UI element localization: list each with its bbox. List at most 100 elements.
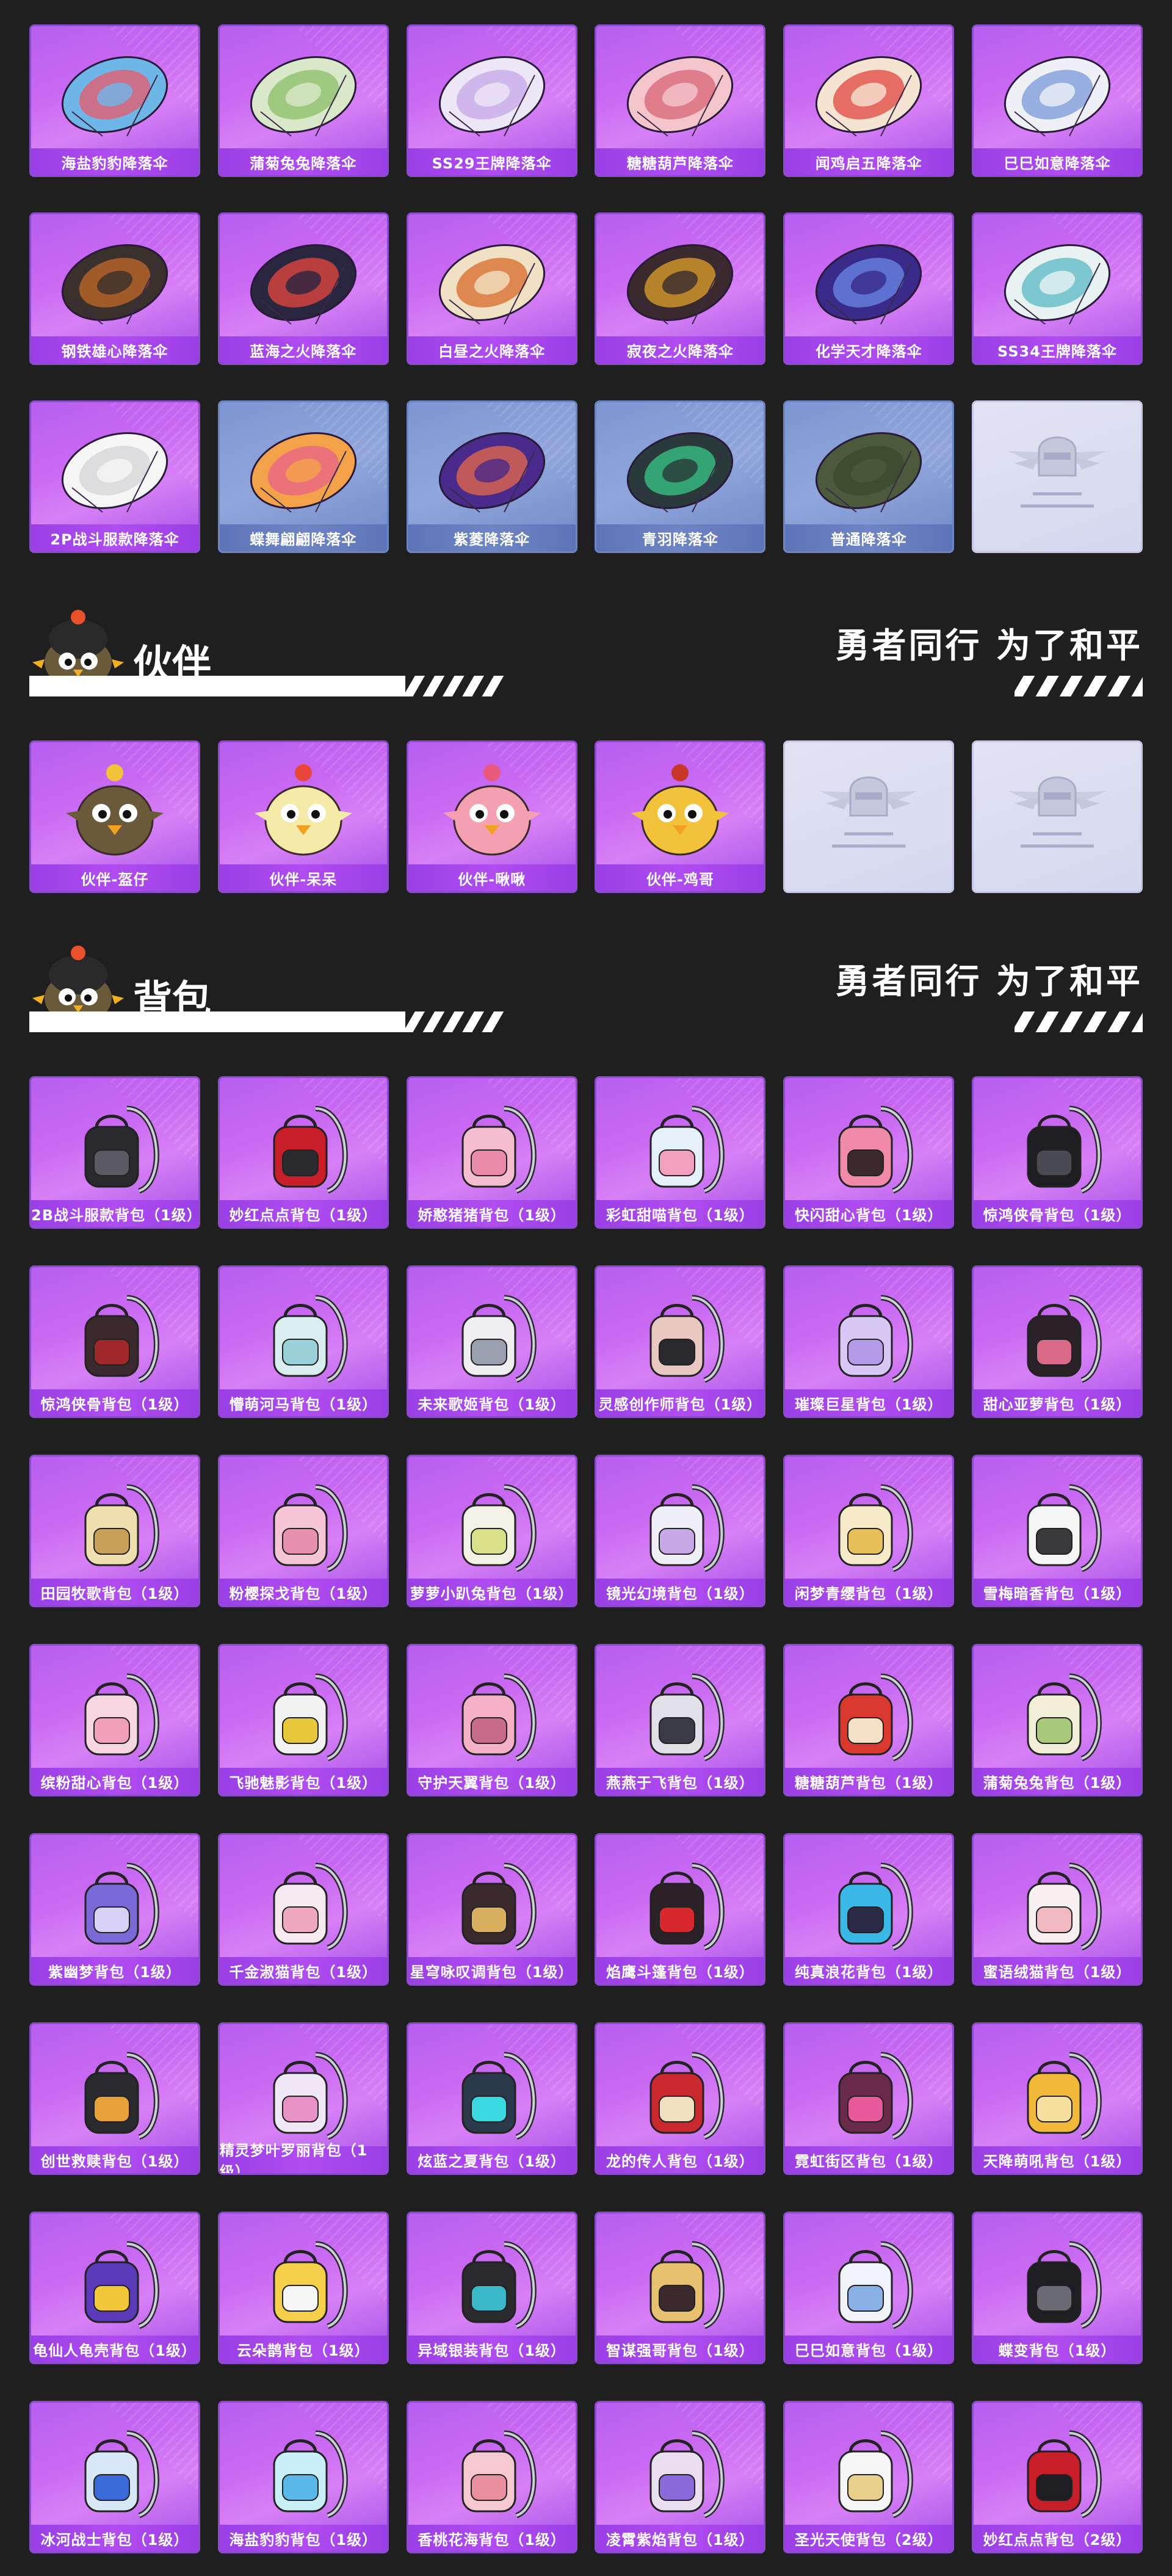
backpack-card[interactable]: 灵感创作师背包（1级） (595, 1265, 766, 1418)
backpack-card[interactable]: 燕燕于飞背包（1级） (595, 1644, 766, 1796)
backpack-label: 娇憨猪猪背包（1级） (408, 1200, 576, 1227)
backpack-icon (838, 2430, 913, 2519)
backpack-card[interactable]: 萝萝小趴兔背包（1级） (406, 1455, 577, 1607)
backpack-card[interactable]: 妙红点点背包（1级） (217, 1076, 389, 1229)
backpack-card[interactable]: 飞驰魅影背包（1级） (217, 1644, 389, 1796)
backpack-card[interactable]: 守护天翼背包（1级） (406, 1644, 577, 1796)
backpack-card[interactable]: 香桃花海背包（1级） (406, 2401, 577, 2553)
backpack-card[interactable]: 巳巳如意背包（1级） (783, 2212, 955, 2364)
parachute-card[interactable]: SS29王牌降落伞 (406, 24, 577, 177)
parachute-card[interactable]: 化学天才降落伞 (783, 212, 955, 365)
backpack-card[interactable]: 粉樱探戈背包（1级） (217, 1455, 389, 1607)
backpack-label: 雪梅暗香背包（1级） (973, 1579, 1141, 1605)
parachute-label: 2P战斗服款降落伞 (31, 524, 198, 551)
backpack-card[interactable]: 蜜语绒猫背包（1级） (971, 1833, 1143, 1986)
backpack-card[interactable]: 2B战斗服款背包（1级） (29, 1076, 200, 1229)
backpack-card[interactable]: 镜光幻境背包（1级） (595, 1455, 766, 1607)
backpack-label: 龙的传人背包（1级） (596, 2146, 764, 2173)
parachute-card[interactable]: 蓝海之火降落伞 (217, 212, 389, 365)
companion-card[interactable]: 伙伴-呆呆 (217, 740, 389, 893)
backpack-label: 精灵梦叶罗丽背包（1级） (219, 2142, 387, 2173)
parachute-icon (438, 56, 545, 137)
backpack-card[interactable]: 天降萌吼背包（1级） (971, 2022, 1143, 2175)
backpack-label: 霓虹街区背包（1级） (785, 2146, 953, 2173)
empty-slot[interactable] (971, 740, 1143, 893)
backpack-card[interactable]: 糖糖葫芦背包（1级） (783, 1644, 955, 1796)
backpack-card[interactable]: 纯真浪花背包（1级） (783, 1833, 955, 1986)
parachute-icon (816, 56, 922, 137)
backpack-card[interactable]: 快闪甜心背包（1级） (783, 1076, 955, 1229)
parachute-card[interactable]: 紫菱降落伞 (406, 400, 577, 553)
backpack-icon (273, 1862, 348, 1951)
backpack-label: 灵感创作师背包（1级） (596, 1389, 764, 1416)
backpack-card[interactable]: 炫蓝之夏背包（1级） (406, 2022, 577, 2175)
backpack-card[interactable]: 未来歌姬背包（1级） (406, 1265, 577, 1418)
backpack-card[interactable]: 龙的传人背包（1级） (595, 2022, 766, 2175)
backpack-card[interactable]: 缤粉甜心背包（1级） (29, 1644, 200, 1796)
parachute-icon (61, 244, 168, 325)
backpack-card[interactable]: 璀璨巨星背包（1级） (783, 1265, 955, 1418)
backpack-card[interactable]: 惊鸿侠骨背包（1级） (29, 1265, 200, 1418)
parachute-card[interactable]: 海盐豹豹降落伞 (29, 24, 200, 177)
backpack-label: 炫蓝之夏背包（1级） (408, 2146, 576, 2173)
parachute-card[interactable]: 白昼之火降落伞 (406, 212, 577, 365)
backpack-card[interactable]: 创世救赎背包（1级） (29, 2022, 200, 2175)
parachute-label: 蝶舞翩翩降落伞 (219, 524, 387, 551)
backpack-card[interactable]: 云朵鹊背包（1级） (217, 2212, 389, 2364)
backpack-card[interactable]: 甜心亚萝背包（1级） (971, 1265, 1143, 1418)
backpack-card[interactable]: 海盐豹豹背包（1级） (217, 2401, 389, 2553)
backpack-label: 创世救赎背包（1级） (31, 2146, 198, 2173)
backpack-card[interactable]: 蒲菊兔兔背包（1级） (971, 1644, 1143, 1796)
backpack-card[interactable]: 惊鸿侠骨背包（1级） (971, 1076, 1143, 1229)
parachute-card[interactable]: 糖糖葫芦降落伞 (595, 24, 766, 177)
parachute-card[interactable]: 钢铁雄心降落伞 (29, 212, 200, 365)
empty-slot[interactable] (783, 740, 955, 893)
section-slogan: 勇者同行 为了和平 (835, 626, 1143, 666)
companion-card[interactable]: 伙伴-鸡哥 (595, 740, 766, 893)
backpack-icon (838, 2241, 913, 2329)
companion-label: 伙伴-呆呆 (219, 864, 387, 891)
parachute-card[interactable]: 寂夜之火降落伞 (595, 212, 766, 365)
parachute-card[interactable]: 巳巳如意降落伞 (971, 24, 1143, 177)
companion-card[interactable]: 伙伴-啾啾 (406, 740, 577, 893)
emblem-icon (1008, 436, 1106, 508)
parachute-grid: 海盐豹豹降落伞 蒲菊兔兔降落伞 SS29王牌降落伞 糖糖葫芦降落伞 闻鸡启五降落… (29, 24, 1143, 553)
backpack-card[interactable]: 异域银装背包（1级） (406, 2212, 577, 2364)
backpack-card[interactable]: 蝶变背包（1级） (971, 2212, 1143, 2364)
backpack-card[interactable]: 闲梦青缨背包（1级） (783, 1455, 955, 1607)
parachute-card[interactable]: 普通降落伞 (783, 400, 955, 553)
backpack-card[interactable]: 霓虹街区背包（1级） (783, 2022, 955, 2175)
parachute-card[interactable]: 青羽降落伞 (595, 400, 766, 553)
backpack-card[interactable]: 懵萌河马背包（1级） (217, 1265, 389, 1418)
backpack-card[interactable]: 雪梅暗香背包（1级） (971, 1455, 1143, 1607)
backpack-card[interactable]: 田园牧歌背包（1级） (29, 1455, 200, 1607)
backpack-card[interactable]: 圣光天使背包（2级） (783, 2401, 955, 2553)
backpack-card[interactable]: 凌霄紫焰背包（1级） (595, 2401, 766, 2553)
empty-slot[interactable] (971, 400, 1143, 553)
backpack-card[interactable]: 冰河战士背包（1级） (29, 2401, 200, 2553)
bird-icon (443, 764, 541, 856)
backpack-card[interactable]: 龟仙人龟壳背包（1级） (29, 2212, 200, 2364)
backpack-card[interactable]: 娇憨猪猪背包（1级） (406, 1076, 577, 1229)
companion-card[interactable]: 伙伴-盔仔 (29, 740, 200, 893)
section-stripe (29, 1011, 512, 1032)
backpack-card[interactable]: 智谋强哥背包（1级） (595, 2212, 766, 2364)
backpack-card[interactable]: 星穹咏叹调背包（1级） (406, 1833, 577, 1986)
backpack-card[interactable]: 精灵梦叶罗丽背包（1级） (217, 2022, 389, 2175)
parachute-card[interactable]: 闻鸡启五降落伞 (783, 24, 955, 177)
parachute-card[interactable]: SS34王牌降落伞 (971, 212, 1143, 365)
parachute-card[interactable]: 蝶舞翩翩降落伞 (217, 400, 389, 553)
backpack-card[interactable]: 焰鹰斗篷背包（1级） (595, 1833, 766, 1986)
backpack-card[interactable]: 千金淑猫背包（1级） (217, 1833, 389, 1986)
parachute-card[interactable]: 蒲菊兔兔降落伞 (217, 24, 389, 177)
backpack-card[interactable]: 妙红点点背包（2级） (971, 2401, 1143, 2553)
backpack-label: 燕燕于飞背包（1级） (596, 1768, 764, 1795)
backpack-card[interactable]: 彩虹甜喵背包（1级） (595, 1076, 766, 1229)
backpack-icon (461, 1295, 537, 1383)
backpack-label: 妙红点点背包（1级） (219, 1200, 387, 1227)
backpack-card[interactable]: 紫幽梦背包（1级） (29, 1833, 200, 1986)
parachute-card[interactable]: 2P战斗服款降落伞 (29, 400, 200, 553)
companion-label: 伙伴-鸡哥 (596, 864, 764, 891)
backpack-icon (84, 2052, 159, 2140)
section-stripe (29, 676, 512, 696)
